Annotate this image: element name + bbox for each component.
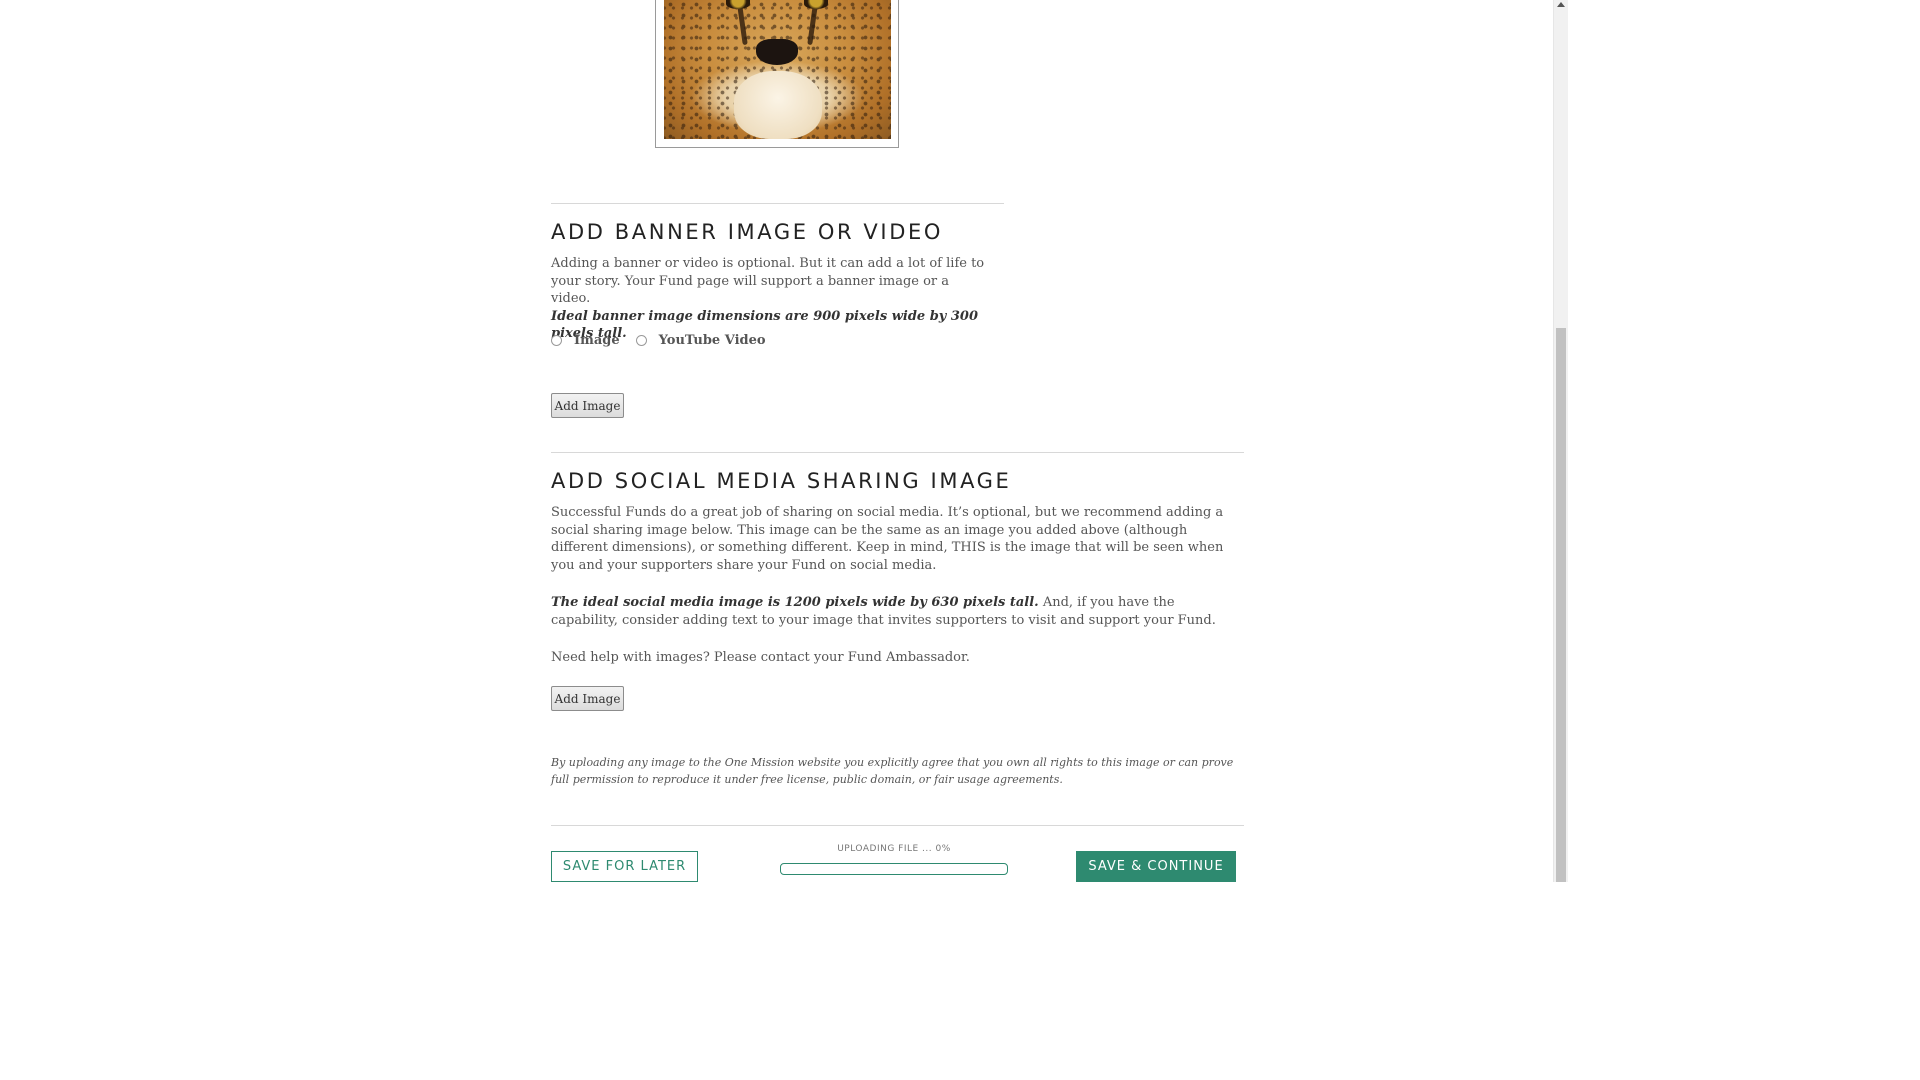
social-description: Successful Funds do a great job of shari… <box>551 505 1224 573</box>
page: ADD BANNER IMAGE OR VIDEO Adding a banne… <box>0 0 1568 882</box>
page-scrollbar[interactable] <box>1553 0 1568 882</box>
upload-progress-bar <box>780 863 1008 875</box>
scroll-up-arrow-icon[interactable] <box>1557 2 1565 7</box>
save-and-continue-button[interactable]: SAVE & CONTINUE <box>1076 851 1236 882</box>
cheetah-photo <box>664 0 891 139</box>
divider <box>551 203 1004 204</box>
add-social-image-button[interactable]: Add Image <box>551 686 624 711</box>
save-for-later-button[interactable]: SAVE FOR LATER <box>551 851 698 882</box>
profile-image-frame <box>655 0 899 148</box>
divider <box>551 452 1244 453</box>
youtube-video-radio[interactable] <box>635 335 647 346</box>
add-banner-image-button[interactable]: Add Image <box>551 393 624 418</box>
scrollbar-thumb[interactable] <box>1556 328 1566 882</box>
image-radio[interactable] <box>551 335 562 346</box>
youtube-video-radio-label[interactable]: YouTube Video <box>659 333 766 348</box>
image-radio-label[interactable]: Image <box>574 333 620 348</box>
banner-type-options: Image YouTube Video <box>551 333 766 348</box>
social-help-text: Need help with images? Please contact yo… <box>551 650 970 665</box>
banner-section-title: ADD BANNER IMAGE OR VIDEO <box>551 220 943 244</box>
social-section-title: ADD SOCIAL MEDIA SHARING IMAGE <box>551 469 1012 493</box>
social-ideal-paragraph: The ideal social media image is 1200 pix… <box>551 594 1241 629</box>
social-ideal-note: The ideal social media image is 1200 pix… <box>551 595 1039 610</box>
banner-description-text: Adding a banner or video is optional. Bu… <box>551 256 985 306</box>
banner-description: Adding a banner or video is optional. Bu… <box>551 255 991 343</box>
upload-disclaimer: By uploading any image to the One Missio… <box>551 756 1234 786</box>
upload-status-text: UPLOADING FILE ... 0% <box>837 844 951 854</box>
divider <box>551 825 1244 826</box>
